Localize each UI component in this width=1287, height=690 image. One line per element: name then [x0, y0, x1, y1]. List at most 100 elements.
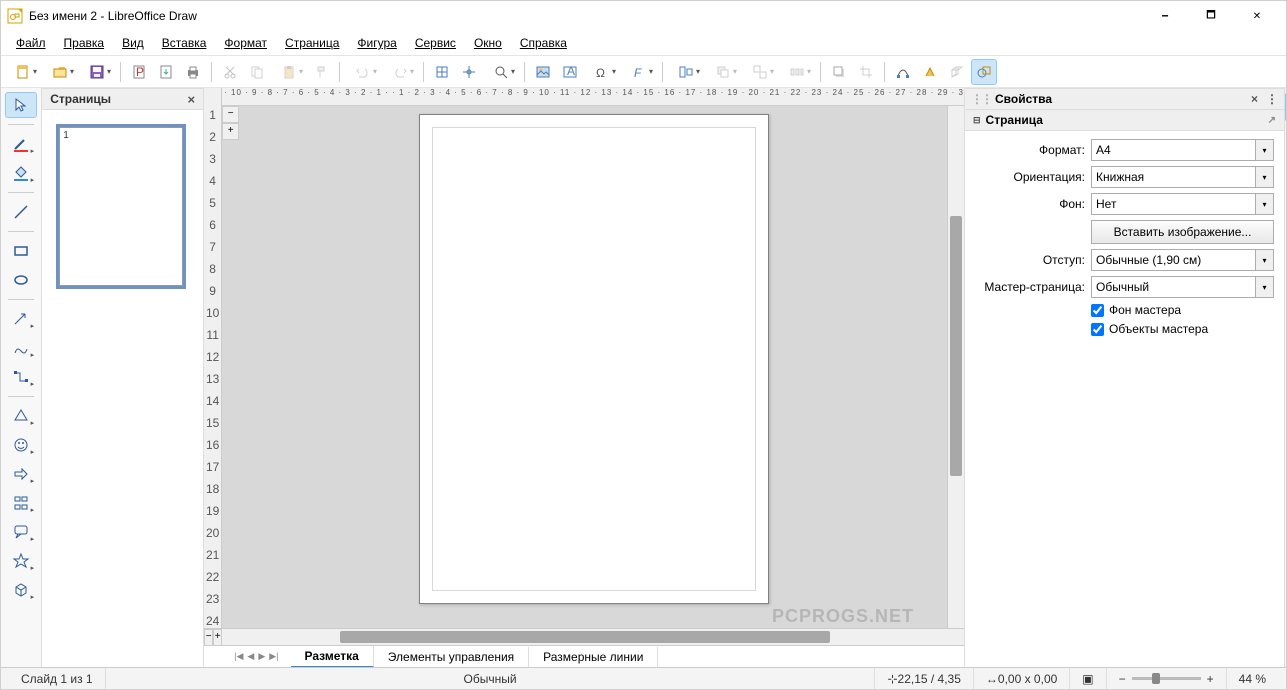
tab-dimlines[interactable]: Размерные линии [529, 647, 658, 667]
special-char-button[interactable]: Ω [584, 59, 620, 85]
section-more-icon[interactable]: ↗ [1268, 115, 1276, 126]
align-button[interactable] [668, 59, 704, 85]
arrow-tool[interactable] [5, 306, 37, 332]
orientation-select[interactable] [1091, 166, 1256, 188]
vertical-scrollbar[interactable] [947, 106, 964, 628]
grid-button[interactable] [429, 59, 455, 85]
menu-help[interactable]: Справка [511, 33, 576, 53]
curve-tool[interactable] [5, 335, 37, 361]
zoom-minus-v[interactable]: − [222, 106, 239, 123]
tab-controls[interactable]: Элементы управления [374, 647, 529, 667]
props-menu-icon[interactable]: ⋮ [1266, 92, 1278, 106]
menu-window[interactable]: Окно [465, 33, 511, 53]
zoom-plus-h[interactable]: + [213, 629, 222, 646]
page-workspace[interactable] [239, 106, 947, 628]
vertical-ruler[interactable]: 1234567891011121314151617181920212223242… [204, 106, 222, 628]
symbol-shapes-tool[interactable] [5, 432, 37, 458]
menu-tools[interactable]: Сервис [406, 33, 465, 53]
print-button[interactable] [180, 59, 206, 85]
chevron-down-icon[interactable]: ▾ [1256, 193, 1274, 215]
master-select[interactable] [1091, 276, 1256, 298]
image-button[interactable] [530, 59, 556, 85]
margin-select[interactable] [1091, 249, 1256, 271]
gallery-tab[interactable] [1285, 194, 1286, 224]
snap-button[interactable] [456, 59, 482, 85]
fill-color-tool[interactable] [5, 160, 37, 186]
zoom-slider[interactable]: − + [1107, 668, 1227, 689]
menu-shape[interactable]: Фигура [348, 33, 405, 53]
slides-panel-close-icon[interactable]: × [188, 92, 196, 107]
line-tool[interactable] [5, 199, 37, 225]
redo-button[interactable] [382, 59, 418, 85]
status-scale-icon[interactable]: ▣ [1070, 668, 1106, 689]
ellipse-tool[interactable] [5, 267, 37, 293]
minimize-button[interactable]: 🗕 [1142, 1, 1188, 31]
master-bg-checkbox[interactable] [1091, 304, 1104, 317]
distribute-button[interactable] [779, 59, 815, 85]
block-arrows-tool[interactable] [5, 461, 37, 487]
horizontal-scrollbar[interactable] [240, 629, 964, 645]
copy-button[interactable] [244, 59, 270, 85]
chevron-down-icon[interactable]: ▾ [1256, 276, 1274, 298]
properties-tab[interactable] [1285, 92, 1286, 122]
undo-button[interactable] [345, 59, 381, 85]
rect-tool[interactable] [5, 238, 37, 264]
navigator-tab[interactable] [1285, 228, 1286, 258]
menu-format[interactable]: Формат [215, 33, 276, 53]
slide-thumbnail-1[interactable]: 1 [56, 124, 186, 289]
insert-image-button[interactable]: Вставить изображение... [1091, 220, 1274, 244]
shapes-tab[interactable] [1285, 126, 1286, 156]
format-select[interactable] [1091, 139, 1256, 161]
export-button[interactable] [153, 59, 179, 85]
basic-shapes-tool[interactable] [5, 403, 37, 429]
chevron-down-icon[interactable]: ▾ [1256, 249, 1274, 271]
master-objects-checkbox[interactable] [1091, 323, 1104, 336]
tab-nav-last[interactable]: ▶| [269, 651, 278, 662]
tab-layout[interactable]: Разметка [291, 646, 374, 668]
fontwork-button[interactable]: F [621, 59, 657, 85]
tab-nav-first[interactable]: |◀ [234, 651, 243, 662]
zoom-plus-v[interactable]: + [222, 123, 239, 140]
chevron-down-icon[interactable]: ▾ [1256, 166, 1274, 188]
shapes-button[interactable] [971, 59, 997, 85]
connector-tool[interactable] [5, 364, 37, 390]
export-pdf-button[interactable]: P [126, 59, 152, 85]
arrange-button[interactable] [705, 59, 741, 85]
select-tool[interactable] [5, 92, 37, 118]
textbox-button[interactable]: A [557, 59, 583, 85]
glue-points-button[interactable] [917, 59, 943, 85]
menu-edit[interactable]: Правка [55, 33, 114, 53]
edit-points-button[interactable] [890, 59, 916, 85]
menu-insert[interactable]: Вставка [153, 33, 216, 53]
background-select[interactable] [1091, 193, 1256, 215]
zoom-button[interactable] [483, 59, 519, 85]
styles-tab[interactable]: A♦ [1285, 160, 1286, 190]
props-close-icon[interactable]: × [1251, 92, 1258, 106]
paste-button[interactable] [271, 59, 307, 85]
extrusion-button[interactable] [944, 59, 970, 85]
line-color-tool[interactable] [5, 131, 37, 157]
status-zoom[interactable]: 44 % [1227, 668, 1278, 689]
section-page-header[interactable]: ⊟ Страница ↗ [965, 110, 1284, 131]
crop-button[interactable] [853, 59, 879, 85]
cut-button[interactable] [217, 59, 243, 85]
maximize-button[interactable]: 🗖 [1188, 1, 1234, 31]
open-button[interactable] [42, 59, 78, 85]
tab-nav-prev[interactable]: ◀ [247, 651, 254, 662]
horizontal-ruler[interactable]: · 10 · 9 · 8 · 7 · 6 · 5 · 4 · 3 · 2 · 1… [204, 88, 964, 106]
stars-tool[interactable] [5, 548, 37, 574]
group-button[interactable] [742, 59, 778, 85]
close-button[interactable]: ✕ [1234, 1, 1280, 31]
3d-tool[interactable] [5, 577, 37, 603]
menu-page[interactable]: Страница [276, 33, 348, 53]
save-button[interactable] [79, 59, 115, 85]
page[interactable] [419, 114, 769, 604]
callout-tool[interactable] [5, 519, 37, 545]
flowchart-tool[interactable] [5, 490, 37, 516]
chevron-down-icon[interactable]: ▾ [1256, 139, 1274, 161]
zoom-minus-h[interactable]: − [204, 629, 213, 646]
tab-nav-next[interactable]: ▶ [258, 651, 265, 662]
menu-file[interactable]: Файл [7, 33, 55, 53]
clone-format-button[interactable] [308, 59, 334, 85]
menu-view[interactable]: Вид [113, 33, 153, 53]
